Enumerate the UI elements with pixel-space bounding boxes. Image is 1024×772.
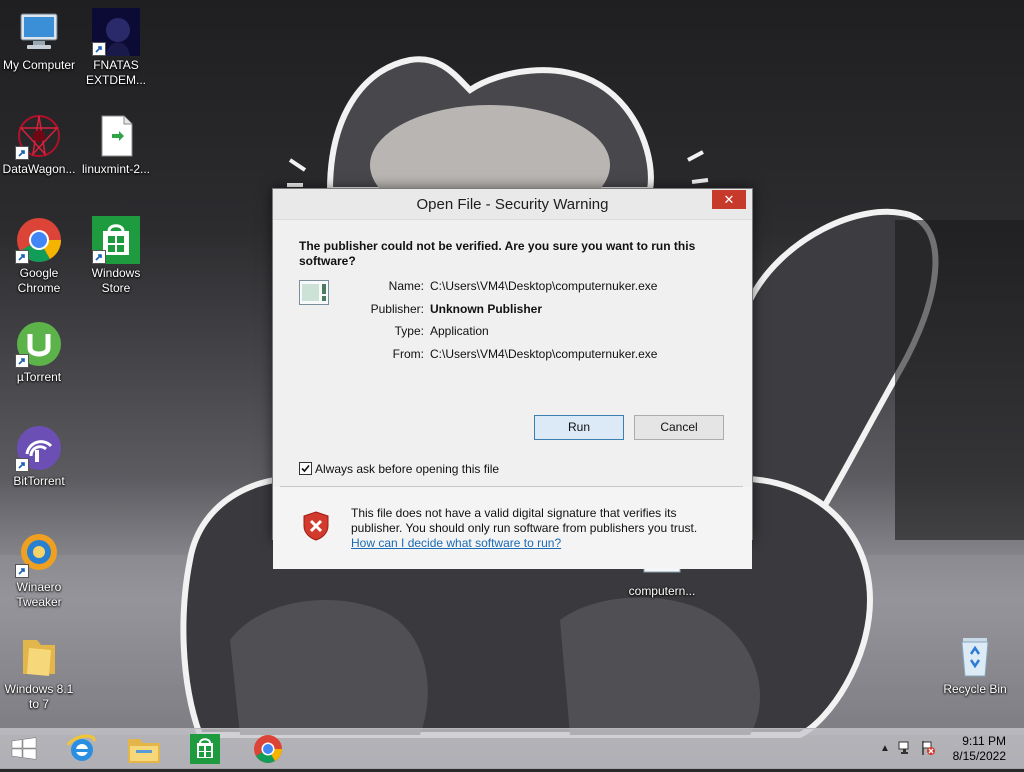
prop-value-name: C:\Users\VM4\Desktop\computernuker.exe	[430, 279, 658, 293]
windows-store-icon[interactable]	[178, 731, 234, 767]
warning-question: The publisher could not be verified. Are…	[299, 239, 696, 268]
prop-key: Publisher:	[370, 301, 424, 316]
desktop-icon-label: computern...	[628, 584, 696, 598]
desktop-icon-label: Windows Store	[91, 266, 141, 295]
desktop-icon-datawagon[interactable]: DataWagon...	[0, 112, 78, 177]
desktop-icon-recycle-bin[interactable]: Recycle Bin	[936, 632, 1014, 697]
file-icon	[92, 112, 140, 160]
desktop-icon-label: linuxmint-2...	[81, 162, 151, 176]
clock[interactable]: 9:11 PM 8/15/2022	[926, 734, 1006, 764]
desktop-icon-label: Recycle Bin	[943, 682, 1007, 696]
close-button[interactable]: ✕	[712, 190, 746, 209]
internet-explorer-icon[interactable]	[54, 731, 110, 767]
desktop-icon-my-computer[interactable]: My Computer	[0, 8, 78, 73]
shortcut-arrow-icon	[92, 42, 106, 56]
help-link[interactable]: How can I decide what software to run?	[351, 536, 561, 550]
desktop-icon-label: Winaero Tweaker	[16, 580, 62, 609]
desktop-icon-label: µTorrent	[16, 370, 62, 384]
desktop-icon-fnatas[interactable]: FNATAS EXTDEM...	[77, 8, 155, 88]
chrome-icon[interactable]	[240, 731, 296, 767]
desktop-icon-label: Windows 8.1 to 7	[4, 682, 74, 711]
desktop-icon-google-chrome[interactable]: Google Chrome	[0, 216, 78, 296]
chevron-up-icon[interactable]: ▲	[880, 743, 890, 754]
footer-text: This file does not have a valid digital …	[351, 506, 698, 535]
desktop-icon-label: My Computer	[2, 58, 76, 72]
checkbox-label: Always ask before opening this file	[315, 462, 500, 476]
fnatas-icon	[92, 8, 140, 56]
prop-key: From:	[392, 346, 424, 361]
dialog-footer: This file does not have a valid digital …	[273, 487, 752, 569]
desktop-icon-label: Google Chrome	[17, 266, 61, 295]
recycle-bin-icon	[951, 632, 999, 680]
desktop-icon-linuxmint[interactable]: linuxmint-2...	[77, 112, 155, 177]
winaero-icon	[15, 530, 63, 578]
prop-value-from: C:\Users\VM4\Desktop\computernuker.exe	[430, 346, 658, 361]
desktop-icon-label: DataWagon...	[2, 162, 76, 176]
desktop-icon-utorrent[interactable]: µTorrent	[0, 320, 78, 385]
datawagon-icon	[15, 112, 63, 160]
computer-icon	[15, 8, 63, 56]
desktop-icon-label: BitTorrent	[13, 474, 65, 488]
dialog-title: Open File - Security Warning	[416, 196, 609, 213]
shield-warning-icon	[302, 511, 330, 541]
desktop-icon-windows-81-to-7[interactable]: Windows 8.1 to 7	[0, 632, 78, 712]
desktop-icon-label: FNATAS EXTDEM...	[85, 58, 146, 87]
chrome-icon	[15, 216, 63, 264]
prop-key: Type:	[394, 324, 424, 338]
bittorrent-icon	[15, 424, 63, 472]
clock-date: 8/15/2022	[952, 749, 1006, 763]
footer-message: This file does not have a valid digital …	[351, 506, 721, 551]
always-ask-checkbox-row[interactable]: Always ask before opening this file	[299, 462, 499, 476]
file-explorer-icon[interactable]	[116, 731, 172, 767]
shortcut-arrow-icon	[15, 354, 29, 368]
security-warning-dialog: Open File - Security Warning ✕ The publi…	[272, 188, 753, 569]
shortcut-arrow-icon	[15, 250, 29, 264]
shortcut-arrow-icon	[15, 146, 29, 160]
network-icon[interactable]	[898, 740, 914, 761]
utorrent-icon	[15, 320, 63, 368]
shortcut-arrow-icon	[15, 458, 29, 472]
dialog-titlebar[interactable]: Open File - Security Warning ✕	[273, 189, 752, 220]
start-button[interactable]	[0, 731, 56, 767]
run-button[interactable]: Run	[534, 415, 624, 440]
taskbar: ▲ 9:11 PM 8/15/2022	[0, 728, 1024, 769]
prop-value-type: Application	[430, 324, 489, 338]
desktop-icon-windows-store[interactable]: Windows Store	[77, 216, 155, 296]
desktop-icon-bittorrent[interactable]: BitTorrent	[0, 424, 78, 489]
clock-time: 9:11 PM	[962, 734, 1006, 748]
cancel-button[interactable]: Cancel	[634, 415, 724, 440]
prop-key: Name:	[388, 279, 424, 293]
system-tray: ▲ 9:11 PM 8/15/2022	[864, 729, 1024, 769]
dialog-body: The publisher could not be verified. Are…	[273, 220, 752, 569]
shortcut-arrow-icon	[92, 250, 106, 264]
windows-store-icon	[92, 216, 140, 264]
desktop-icon-winaero-tweaker[interactable]: Winaero Tweaker	[0, 530, 78, 610]
shortcut-arrow-icon	[15, 564, 29, 578]
prop-value-publisher: Unknown Publisher	[430, 301, 543, 316]
always-ask-checkbox[interactable]	[299, 462, 312, 475]
folder-icon	[15, 632, 63, 680]
